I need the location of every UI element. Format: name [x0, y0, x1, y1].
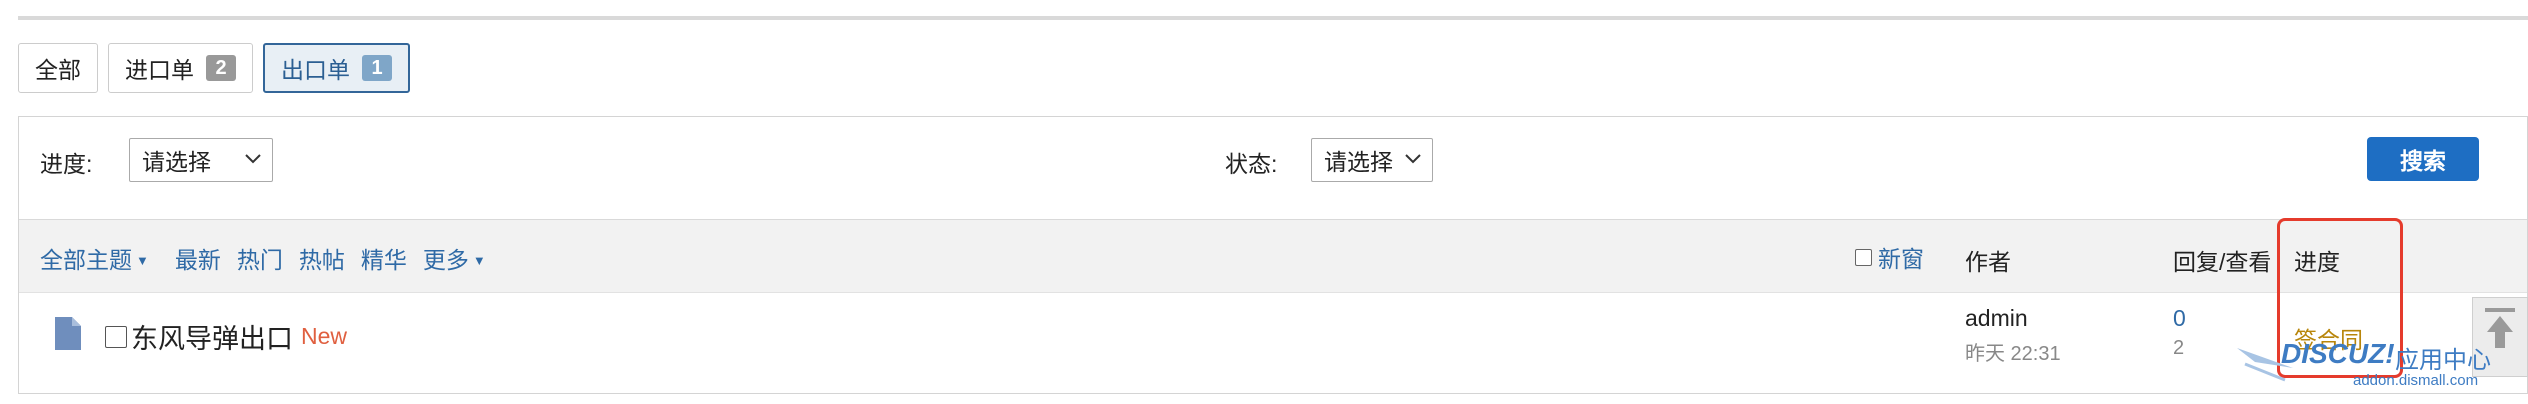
topic-filter-nav: 全部主题 ▼ 最新 热门 热帖 精华 更多 ▼	[40, 241, 486, 275]
new-window-toggle[interactable]: 新窗	[1855, 240, 1924, 274]
nav-hot-posts[interactable]: 热帖	[299, 241, 345, 275]
new-badge: New	[301, 323, 348, 349]
status-select[interactable]: 请选择	[1311, 138, 1433, 182]
status-select-value: 请选择	[1324, 149, 1393, 175]
caret-down-icon: ▼	[136, 253, 149, 268]
nav-more[interactable]: 更多 ▼	[423, 241, 486, 275]
thread-select-checkbox[interactable]	[105, 325, 127, 348]
caret-down-icon: ▼	[472, 253, 486, 268]
reply-view-column-header: 回复/查看	[2173, 249, 2272, 275]
status-filter-label: 状态:	[1225, 151, 1278, 177]
author-column-header: 作者	[1965, 249, 2011, 275]
progress-select-value: 请选择	[142, 149, 211, 175]
nav-more-label: 更多	[422, 247, 469, 273]
progress-select[interactable]: 请选择	[129, 138, 273, 182]
watermark-logo: DISCUZ!	[2281, 338, 2395, 369]
tab-import-label: 进口单	[125, 57, 194, 83]
filter-bar: 进度: 请选择 状态: 请选择 搜索	[19, 117, 2527, 219]
document-icon	[55, 317, 81, 350]
thread-title-wrap: 东风导弹出口 New	[105, 317, 347, 356]
watermark-url: addon.dismall.com	[2353, 372, 2479, 389]
thread-reply-count[interactable]: 0	[2173, 305, 2186, 332]
tab-import-count-badge: 2	[206, 55, 236, 81]
list-header: 全部主题 ▼ 最新 热门 热帖 精华 更多 ▼ 新窗 作者 回复/查看 进度	[19, 219, 2527, 293]
tab-import[interactable]: 进口单 2	[108, 43, 253, 93]
tab-all-label: 全部	[35, 57, 81, 83]
nav-all-topics-label: 全部主题	[40, 247, 132, 273]
type-tabs: 全部 进口单 2 出口单 1	[18, 43, 410, 95]
thread-title-link[interactable]: 东风导弹出口	[131, 317, 293, 356]
search-button[interactable]: 搜索	[2367, 137, 2479, 181]
new-window-label: 新窗	[1878, 246, 1924, 272]
nav-all-topics[interactable]: 全部主题 ▼	[40, 241, 149, 275]
nav-digest[interactable]: 精华	[361, 241, 407, 275]
thread-list-panel: 进度: 请选择 状态: 请选择 搜索 全部主题 ▼ 最新 热门 热帖 精华 更多 ▼	[18, 116, 2528, 394]
tab-all[interactable]: 全部	[18, 43, 98, 93]
thread-author-link[interactable]: admin	[1965, 305, 2028, 332]
chevron-down-icon	[244, 148, 262, 176]
top-divider	[18, 16, 2528, 20]
tab-export-label: 出口单	[281, 57, 350, 83]
watermark-text: 应用中心	[2395, 347, 2491, 374]
discuz-watermark: DISCUZ! 应用中心 addon.dismall.com	[2235, 336, 2525, 402]
thread-post-time: 昨天 22:31	[1965, 343, 2061, 365]
thread-view-count: 2	[2173, 337, 2185, 359]
tab-export-count-badge: 1	[362, 55, 392, 81]
nav-latest[interactable]: 最新	[175, 241, 221, 275]
new-window-checkbox[interactable]	[1855, 248, 1872, 266]
table-row: 东风导弹出口 New admin 昨天 22:31 0 2 签合同	[19, 293, 2527, 393]
progress-filter-label: 进度:	[40, 151, 93, 177]
nav-hot[interactable]: 热门	[237, 241, 283, 275]
tab-export[interactable]: 出口单 1	[263, 43, 410, 93]
chevron-down-icon	[1404, 148, 1422, 176]
